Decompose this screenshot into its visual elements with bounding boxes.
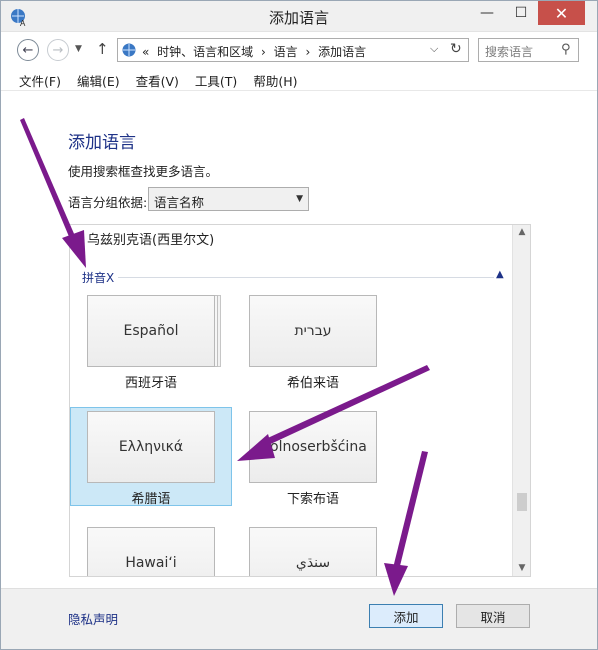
dialog-footer: 隐私声明 添加 取消 xyxy=(1,588,597,649)
collapse-group-icon[interactable]: ▲ xyxy=(496,269,504,280)
chevron-down-icon: ▼ xyxy=(296,194,303,204)
tile-label: 西班牙语 xyxy=(124,376,177,391)
tile-native-name: עברית xyxy=(249,295,377,367)
main-content: 添加语言 使用搜索框查找更多语言。 语言分组依据: 语言名称 ▼ 乌兹别克语(西… xyxy=(1,91,597,588)
tile-label: 下索布语 xyxy=(286,492,339,507)
tile-native-name: Hawaiʻi xyxy=(87,527,215,576)
group-by-value: 语言名称 xyxy=(154,195,205,210)
language-tile-greek[interactable]: Ελληνικά 希腊语 xyxy=(70,407,232,511)
back-arrow-icon: ← xyxy=(22,42,34,58)
add-language-window: A 添加语言 — ☐ ✕ ← → ▼ ↑ « 时钟、语言和区域 › 语言 › 添… xyxy=(0,0,598,650)
language-tile-lower-sorbian[interactable]: Dolnoserbšćina 下索布语 xyxy=(232,411,394,511)
recent-locations-dropdown[interactable]: ▼ xyxy=(75,44,82,54)
refresh-button[interactable]: ↻ xyxy=(450,41,462,57)
breadcrumb-item-clock-language-region[interactable]: 时钟、语言和区域 xyxy=(157,45,253,59)
page-subtext: 使用搜索框查找更多语言。 xyxy=(68,164,219,179)
chevron-down-icon: ⌵ xyxy=(430,42,439,55)
search-input[interactable]: 搜索语言 ⚲ xyxy=(478,38,579,62)
language-list[interactable]: 乌兹别克语(西里尔文) 拼音X ▲ Español 西班牙语 עברית 希伯来… xyxy=(69,224,531,577)
refresh-icon: ↻ xyxy=(450,41,462,57)
tile-label: 希腊语 xyxy=(131,492,171,507)
list-item[interactable]: 乌兹别克语(西里尔文) xyxy=(87,229,214,248)
maximize-button[interactable]: ☐ xyxy=(504,1,538,25)
breadcrumb-overflow[interactable]: « xyxy=(142,45,149,59)
language-tile-spanish[interactable]: Español 西班牙语 xyxy=(70,295,232,395)
breadcrumb-item-language[interactable]: 语言 xyxy=(274,45,298,59)
scrollbar-thumb[interactable] xyxy=(517,493,527,511)
navigation-bar: ← → ▼ ↑ « 时钟、语言和区域 › 语言 › 添加语言 ⌵ ↻ 搜索语言 … xyxy=(1,32,597,67)
menu-edit[interactable]: 编辑(E) xyxy=(71,67,126,90)
breadcrumb: « 时钟、语言和区域 › 语言 › 添加语言 xyxy=(142,43,370,60)
breadcrumb-item-add-language[interactable]: 添加语言 xyxy=(318,45,366,59)
menu-file[interactable]: 文件(F) xyxy=(13,67,67,90)
close-button[interactable]: ✕ xyxy=(538,1,585,25)
cancel-button[interactable]: 取消 xyxy=(456,604,530,628)
address-dropdown-button[interactable]: ⌵ xyxy=(430,42,438,56)
search-placeholder: 搜索语言 xyxy=(485,45,534,59)
forward-button[interactable]: → xyxy=(47,39,69,61)
group-by-label: 语言分组依据: xyxy=(68,195,148,210)
language-tile-hebrew[interactable]: עברית 希伯来语 xyxy=(232,295,394,395)
back-button[interactable]: ← xyxy=(17,39,39,61)
tile-native-name: Ελληνικά xyxy=(87,411,215,483)
chevron-down-icon: ▼ xyxy=(75,44,82,54)
scroll-down-icon[interactable]: ▼ xyxy=(513,563,530,573)
search-icon[interactable]: ⚲ xyxy=(561,42,571,57)
minimize-icon: — xyxy=(480,5,494,21)
group-by-select[interactable]: 语言名称 ▼ xyxy=(148,187,309,211)
menu-bar: 文件(F) 编辑(E) 查看(V) 工具(T) 帮助(H) xyxy=(1,67,597,91)
title-bar: A 添加语言 — ☐ ✕ xyxy=(1,1,597,32)
group-header[interactable]: 拼音X xyxy=(82,269,114,286)
privacy-statement-link[interactable]: 隐私声明 xyxy=(68,609,118,628)
page-title: 添加语言 xyxy=(68,133,136,153)
tile-native-name: Español xyxy=(87,295,215,367)
close-icon: ✕ xyxy=(554,3,569,23)
add-button[interactable]: 添加 xyxy=(369,604,443,628)
language-tile-hawaiian[interactable]: Hawaiʻi xyxy=(70,527,232,576)
up-button[interactable]: ↑ xyxy=(96,40,109,58)
forward-arrow-icon: → xyxy=(52,42,64,58)
tile-native-name: Dolnoserbšćina xyxy=(249,411,377,483)
tile-native-name: سنڌي xyxy=(249,527,377,576)
scroll-up-icon[interactable]: ▲ xyxy=(513,227,530,237)
breadcrumb-separator[interactable]: › xyxy=(306,45,311,59)
maximize-icon: ☐ xyxy=(514,5,528,21)
group-divider xyxy=(118,277,494,278)
language-tile-sindhi[interactable]: سنڌي xyxy=(232,527,394,576)
address-bar[interactable]: « 时钟、语言和区域 › 语言 › 添加语言 ⌵ ↻ xyxy=(117,38,469,62)
language-location-icon xyxy=(122,43,136,57)
tile-label: 希伯来语 xyxy=(286,376,339,391)
minimize-button[interactable]: — xyxy=(470,1,504,25)
up-arrow-icon: ↑ xyxy=(96,40,109,58)
menu-help[interactable]: 帮助(H) xyxy=(247,67,303,90)
menu-tools[interactable]: 工具(T) xyxy=(189,67,243,90)
vertical-scrollbar[interactable]: ▲ ▼ xyxy=(512,225,530,576)
breadcrumb-separator[interactable]: › xyxy=(261,45,266,59)
menu-view[interactable]: 查看(V) xyxy=(130,67,185,90)
